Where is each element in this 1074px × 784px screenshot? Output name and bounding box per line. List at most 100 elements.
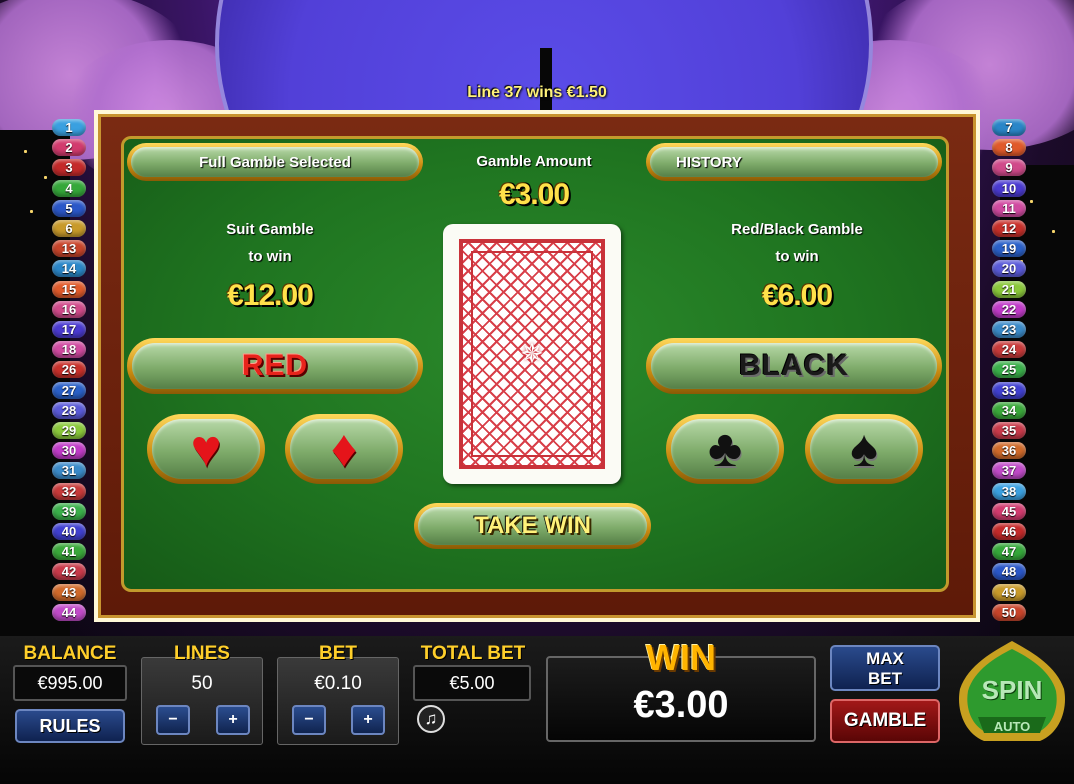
payline-badge[interactable]: 45 — [992, 502, 1026, 520]
bet-decrease-button[interactable]: − — [292, 705, 326, 735]
payline-badge[interactable]: 44 — [52, 603, 86, 621]
payline-badge[interactable]: 11 — [992, 199, 1026, 217]
payline-badge[interactable]: 50 — [992, 603, 1026, 621]
red-black-gamble-title: Red/Black Gamble — [731, 221, 863, 238]
gamble-amount-value: €3.00 — [498, 178, 570, 211]
payline-badge[interactable]: 27 — [52, 381, 86, 399]
payline-badge[interactable]: 41 — [52, 543, 86, 561]
payline-badge[interactable]: 6 — [52, 220, 86, 237]
payline-badge[interactable]: 8 — [992, 139, 1026, 157]
lines-label: LINES — [174, 643, 230, 664]
payline-badge[interactable]: 19 — [992, 240, 1026, 258]
payline-badge[interactable]: 40 — [52, 523, 86, 540]
black-button-label: BLACK — [739, 349, 849, 382]
spade-icon: ♠ — [850, 420, 878, 478]
payline-badge[interactable]: 23 — [992, 321, 1026, 338]
red-button-label: RED — [241, 349, 309, 382]
rules-button[interactable]: RULES — [15, 709, 125, 743]
line-win-message: Line 37 wins €1.50 — [467, 84, 607, 101]
payline-badge[interactable]: 34 — [992, 401, 1026, 419]
payline-badge[interactable]: 24 — [992, 341, 1026, 359]
gamble-button[interactable]: GAMBLE — [830, 699, 940, 743]
balance-value: €995.00 — [13, 665, 127, 701]
payline-badge[interactable]: 32 — [52, 482, 86, 500]
suit-gamble-subtitle: to win — [248, 248, 292, 265]
total-bet-label: TOTAL BET — [420, 643, 526, 664]
payline-badge[interactable]: 49 — [992, 583, 1026, 601]
music-icon[interactable]: ♫ — [417, 705, 445, 733]
payline-badge[interactable]: 1 — [52, 119, 86, 136]
payline-badge[interactable]: 7 — [992, 119, 1026, 136]
lines-value: 50 — [191, 673, 213, 694]
red-black-gamble-subtitle: to win — [775, 248, 819, 265]
payline-badge[interactable]: 31 — [52, 462, 86, 480]
lines-decrease-button[interactable]: − — [156, 705, 190, 735]
payline-badge[interactable]: 37 — [992, 462, 1026, 480]
payline-badge[interactable]: 48 — [992, 563, 1026, 581]
red-button[interactable]: RED — [127, 338, 423, 394]
payline-badge[interactable]: 35 — [992, 422, 1026, 439]
suit-gamble-amount: €12.00 — [227, 279, 314, 312]
hearts-button[interactable]: ♥ — [147, 414, 265, 484]
payline-badge[interactable]: 4 — [52, 179, 86, 197]
max-bet-line1: MAX — [866, 649, 904, 668]
black-button[interactable]: BLACK — [646, 338, 942, 394]
red-black-gamble-amount: €6.00 — [761, 279, 833, 312]
tab-full-gamble-label: Full Gamble Selected — [199, 153, 351, 171]
payline-badge[interactable]: 42 — [52, 563, 86, 581]
gamble-amount-label: Gamble Amount — [476, 153, 592, 170]
payline-badge[interactable]: 47 — [992, 543, 1026, 561]
tower — [540, 48, 552, 118]
bet-value: €0.10 — [314, 673, 362, 694]
payline-badge[interactable]: 5 — [52, 199, 86, 217]
win-label: WIN — [646, 637, 716, 678]
bet-label: BET — [319, 643, 357, 664]
payline-badge[interactable]: 30 — [52, 442, 86, 460]
tab-history[interactable]: HISTORY — [646, 143, 942, 181]
payline-badge[interactable]: 29 — [52, 422, 86, 439]
diamond-icon: ♦ — [330, 420, 358, 478]
club-icon: ♣ — [707, 420, 743, 478]
payline-badge[interactable]: 39 — [52, 502, 86, 520]
payline-badge[interactable]: 22 — [992, 300, 1026, 318]
payline-badge[interactable]: 3 — [52, 159, 86, 177]
payline-badge[interactable]: 20 — [992, 260, 1026, 278]
payline-badge[interactable]: 36 — [992, 442, 1026, 460]
payline-badge[interactable]: 28 — [52, 401, 86, 419]
max-bet-button[interactable]: MAX BET — [830, 645, 940, 691]
tab-full-gamble[interactable]: Full Gamble Selected — [127, 143, 423, 181]
payline-badge[interactable]: 26 — [52, 361, 86, 379]
payline-badge[interactable]: 46 — [992, 523, 1026, 540]
lines-increase-button[interactable]: + — [216, 705, 250, 735]
payline-badge[interactable]: 10 — [992, 179, 1026, 197]
diamonds-button[interactable]: ♦ — [285, 414, 403, 484]
payline-badge[interactable]: 14 — [52, 260, 86, 278]
payline-badge[interactable]: 13 — [52, 240, 86, 258]
payline-badge[interactable]: 25 — [992, 361, 1026, 379]
tab-history-label: HISTORY — [676, 153, 742, 171]
take-win-button[interactable]: TAKE WIN — [414, 503, 651, 549]
spin-button[interactable]: SPIN AUTO — [956, 637, 1068, 745]
payline-badge[interactable]: 9 — [992, 159, 1026, 177]
payline-badge[interactable]: 16 — [52, 300, 86, 318]
max-bet-line2: BET — [868, 669, 902, 688]
payline-badge[interactable]: 43 — [52, 583, 86, 601]
payline-badge[interactable]: 15 — [52, 280, 86, 298]
payline-badge[interactable]: 12 — [992, 220, 1026, 237]
payline-badge[interactable]: 17 — [52, 321, 86, 338]
take-win-label: TAKE WIN — [474, 512, 591, 539]
payline-badge[interactable]: 2 — [52, 139, 86, 157]
payline-badge[interactable]: 21 — [992, 280, 1026, 298]
win-value: €3.00 — [633, 684, 729, 726]
suit-gamble-title: Suit Gamble — [226, 221, 314, 238]
heart-icon: ♥ — [190, 420, 222, 478]
spades-button[interactable]: ♠ — [805, 414, 923, 484]
spin-label: SPIN — [981, 675, 1043, 705]
payline-badge[interactable]: 18 — [52, 341, 86, 359]
card-back-pattern: ✵ — [459, 239, 605, 469]
balance-label: BALANCE — [23, 643, 117, 664]
clubs-button[interactable]: ♣ — [666, 414, 784, 484]
bet-increase-button[interactable]: + — [351, 705, 385, 735]
payline-badge[interactable]: 38 — [992, 482, 1026, 500]
payline-badge[interactable]: 33 — [992, 381, 1026, 399]
